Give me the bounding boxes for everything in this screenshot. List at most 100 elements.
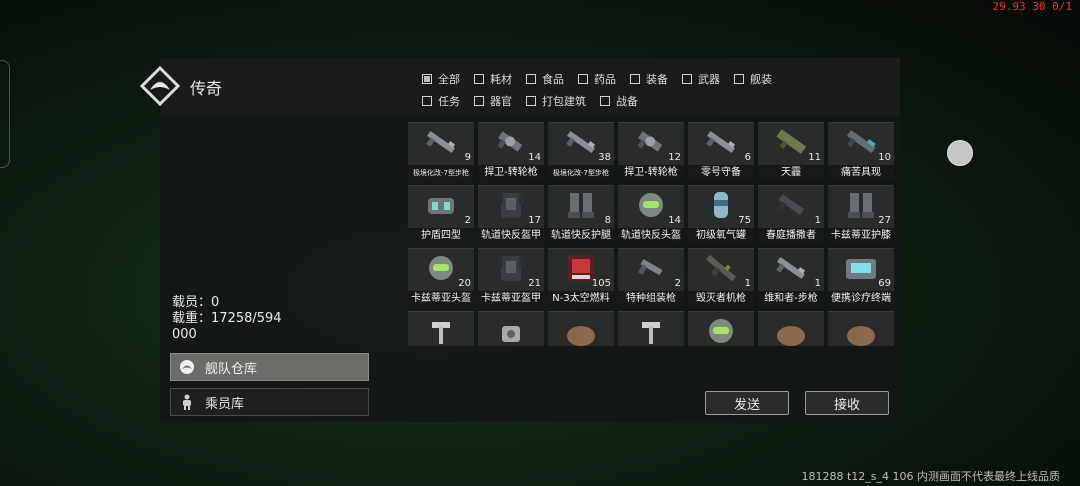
item-slot[interactable]: 105 N-3太空燃料 bbox=[548, 248, 614, 307]
helmet-icon bbox=[632, 190, 670, 220]
build-watermark: 181288 t12_s_4 106 内测画面不代表最终上线品质 bbox=[801, 470, 1060, 483]
item-slot[interactable]: 10 痛苦具现 bbox=[828, 122, 894, 181]
leg-armor-icon bbox=[842, 190, 880, 220]
item-slot[interactable]: 11 天霾 bbox=[758, 122, 824, 181]
item-slot[interactable] bbox=[758, 311, 824, 346]
item-slot[interactable]: 69 便携诊疗终端 bbox=[828, 248, 894, 307]
pistol-icon bbox=[632, 253, 670, 283]
filter-item[interactable]: 战备 bbox=[600, 93, 638, 109]
mech-part-icon bbox=[492, 316, 530, 346]
item-slot[interactable] bbox=[618, 311, 684, 346]
fleet-storage-label: 舰队仓库 bbox=[205, 361, 258, 377]
item-slot[interactable] bbox=[828, 311, 894, 346]
item-slot[interactable]: 1 维和者-步枪 bbox=[758, 248, 824, 307]
item-name: 轨道快反护腿 bbox=[548, 228, 614, 244]
oxygen-tank-icon bbox=[702, 190, 740, 220]
skeleton-part-icon bbox=[632, 316, 670, 346]
rifle-icon bbox=[772, 253, 810, 283]
item-slot[interactable]: 2 特种组装枪 bbox=[618, 248, 684, 307]
floating-round-button[interactable] bbox=[947, 140, 973, 166]
item-slot[interactable]: 1 毁灭者机枪 bbox=[688, 248, 754, 307]
item-quantity: 1 bbox=[814, 215, 821, 226]
filter-item[interactable]: 舰装 bbox=[734, 71, 772, 87]
ore-icon bbox=[772, 316, 810, 346]
item-quantity: 2 bbox=[674, 278, 681, 289]
item-slot[interactable]: 14 捍卫-转轮枪 bbox=[478, 122, 544, 181]
item-quantity: 9 bbox=[464, 152, 471, 163]
revolver-gun-icon bbox=[632, 127, 670, 157]
inventory-panel: 传奇 全部 耗材 食品 药品 装备 武器 舰装 任务 器官 打包建筑 战备 载员：0 载重：172… bbox=[140, 58, 900, 422]
filter-item[interactable]: 器官 bbox=[474, 93, 512, 109]
item-name: 维和者-步枪 bbox=[758, 291, 824, 307]
filter-checkbox[interactable] bbox=[422, 74, 432, 84]
item-slot[interactable]: 12 捍卫-转轮枪 bbox=[618, 122, 684, 181]
item-quantity: 10 bbox=[878, 152, 891, 163]
filter-item[interactable]: 打包建筑 bbox=[526, 93, 586, 109]
item-slot[interactable] bbox=[548, 311, 614, 346]
item-name: 便携诊疗终端 bbox=[828, 291, 894, 307]
item-slot[interactable]: 27 卡兹蒂亚护膝 bbox=[828, 185, 894, 244]
filter-label: 器官 bbox=[490, 95, 512, 108]
helmet-icon bbox=[422, 253, 460, 283]
item-name: 春庭播撒者 bbox=[758, 228, 824, 244]
filter-checkbox[interactable] bbox=[734, 74, 744, 84]
filter-checkbox[interactable] bbox=[578, 74, 588, 84]
filter-item[interactable]: 武器 bbox=[682, 71, 720, 87]
item-slot[interactable] bbox=[688, 311, 754, 346]
item-slot[interactable]: 38 极境化改-7型步枪 bbox=[548, 122, 614, 181]
filter-item[interactable]: 药品 bbox=[578, 71, 616, 87]
item-name: 零号守备 bbox=[688, 165, 754, 181]
item-name: 捍卫-转轮枪 bbox=[478, 165, 544, 181]
item-slot[interactable]: 8 轨道快反护腿 bbox=[548, 185, 614, 244]
filter-label: 装备 bbox=[646, 73, 668, 86]
filter-item[interactable]: 食品 bbox=[526, 71, 564, 87]
filter-item[interactable]: 装备 bbox=[630, 71, 668, 87]
helmet-icon bbox=[702, 316, 740, 346]
item-grid-viewport[interactable]: 9 极境化改-7型步枪 14 捍卫-转轮枪 38 极境化改-7型步枪 12 捍卫-转轮枪 6 零号… bbox=[408, 122, 898, 375]
skeleton-part-icon bbox=[422, 316, 460, 346]
leg-armor-icon bbox=[562, 190, 600, 220]
item-slot[interactable]: 20 卡兹蒂亚头盔 bbox=[408, 248, 474, 307]
filter-checkbox[interactable] bbox=[526, 74, 536, 84]
send-button[interactable]: 发送 bbox=[705, 391, 789, 415]
crew-storage-label: 乘员库 bbox=[205, 396, 245, 412]
item-slot[interactable]: 1 春庭播撒者 bbox=[758, 185, 824, 244]
item-slot[interactable]: 75 初级氧气罐 bbox=[688, 185, 754, 244]
item-quantity: 6 bbox=[744, 152, 751, 163]
item-slot[interactable]: 14 轨道快反头盔 bbox=[618, 185, 684, 244]
item-slot[interactable]: 17 轨道快反盔甲 bbox=[478, 185, 544, 244]
item-name: 捍卫-转轮枪 bbox=[618, 165, 684, 181]
item-name: N-3太空燃料 bbox=[548, 291, 614, 307]
filter-checkbox[interactable] bbox=[630, 74, 640, 84]
item-slot[interactable] bbox=[408, 311, 474, 346]
filter-item[interactable]: 任务 bbox=[422, 93, 460, 109]
filter-checkbox[interactable] bbox=[682, 74, 692, 84]
item-quantity: 38 bbox=[598, 152, 611, 163]
filter-checkbox[interactable] bbox=[422, 96, 432, 106]
item-name: 轨道快反盔甲 bbox=[478, 228, 544, 244]
receive-button[interactable]: 接收 bbox=[805, 391, 889, 415]
edge-handle[interactable] bbox=[0, 60, 10, 168]
item-slot[interactable] bbox=[478, 311, 544, 346]
medical-terminal-icon bbox=[842, 253, 880, 283]
filter-checkbox[interactable] bbox=[474, 74, 484, 84]
item-slot[interactable]: 21 卡兹蒂亚盔甲 bbox=[478, 248, 544, 307]
item-quantity: 11 bbox=[808, 152, 821, 163]
item-slot[interactable]: 2 护盾四型 bbox=[408, 185, 474, 244]
ore-icon bbox=[842, 316, 880, 346]
fleet-storage-button[interactable]: 舰队仓库 bbox=[170, 353, 369, 381]
item-name: 初级氧气罐 bbox=[688, 228, 754, 244]
filter-item[interactable]: 全部 bbox=[422, 71, 460, 87]
rifle-icon bbox=[422, 127, 460, 157]
filter-checkbox[interactable] bbox=[526, 96, 536, 106]
item-slot[interactable]: 6 零号守备 bbox=[688, 122, 754, 181]
filter-checkbox[interactable] bbox=[600, 96, 610, 106]
item-quantity: 69 bbox=[878, 278, 891, 289]
item-name: 卡兹蒂亚头盔 bbox=[408, 291, 474, 307]
crew-storage-button[interactable]: 乘员库 bbox=[170, 388, 369, 416]
filter-item[interactable]: 耗材 bbox=[474, 71, 512, 87]
filter-label: 食品 bbox=[542, 73, 564, 86]
item-slot[interactable]: 9 极境化改-7型步枪 bbox=[408, 122, 474, 181]
filter-checkbox[interactable] bbox=[474, 96, 484, 106]
item-quantity: 17 bbox=[528, 215, 541, 226]
